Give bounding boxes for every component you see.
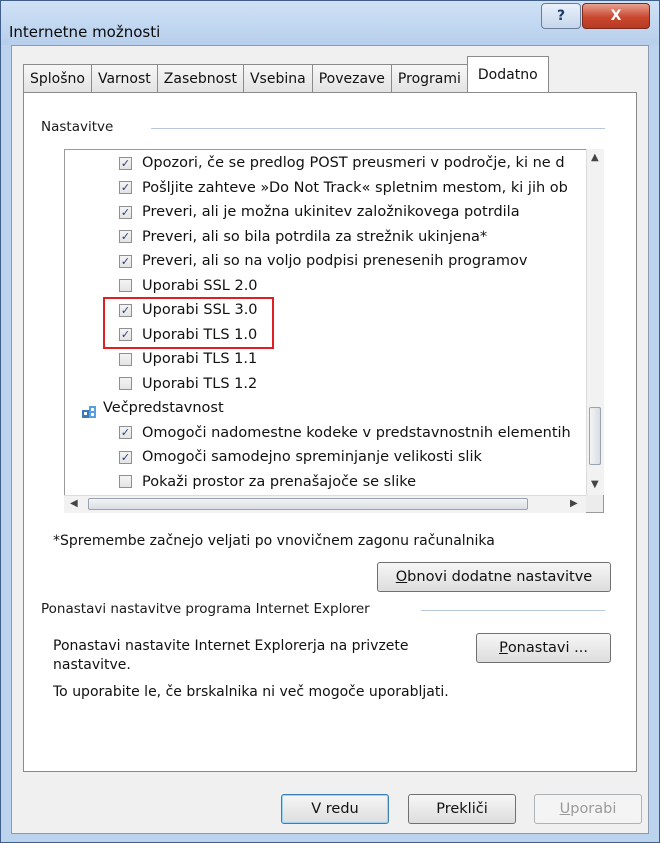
scroll-right-icon[interactable]: ▶ <box>570 498 578 509</box>
checkbox-checked[interactable]: ✓ <box>119 254 132 268</box>
button-label: V redu <box>311 801 359 817</box>
restore-advanced-settings-button[interactable]: Obnovi dodatne nastavitve <box>377 562 611 592</box>
tab-zasebnost[interactable]: Zasebnost <box>156 64 244 92</box>
settings-group-rule <box>151 128 605 129</box>
check-icon: ✓ <box>120 426 131 439</box>
vertical-scroll-thumb[interactable] <box>589 407 601 465</box>
checkbox-unchecked[interactable] <box>119 352 132 366</box>
tab-label: Splošno <box>30 70 85 87</box>
tab-dodatno[interactable]: Dodatno <box>466 56 549 92</box>
reset-hint: To uporabite le, če brskalnika ni več mo… <box>53 684 449 700</box>
button-label: bnovi dodatne nastavitve <box>407 569 593 585</box>
help-button[interactable]: ? <box>541 3 581 29</box>
tab-label: Vsebina <box>249 70 306 87</box>
title-bar: Internetne možnosti ? X <box>1 1 659 45</box>
checkbox-checked[interactable]: ✓ <box>119 156 132 170</box>
horizontal-scroll-thumb[interactable] <box>88 498 528 510</box>
settings-row-label: Pokaži prostor za prenašajoče se slike <box>142 473 417 490</box>
settings-row-label: Omogoči samodejno spreminjanje velikosti… <box>142 449 482 465</box>
checkbox-unchecked[interactable] <box>119 475 132 488</box>
settings-checkbox-row[interactable]: Pokaži prostor za prenašajoče se slike <box>119 471 416 493</box>
reset-group-rule <box>421 610 605 611</box>
checkbox-checked[interactable]: ✓ <box>119 450 132 464</box>
reset-button[interactable]: Ponastavi ... <box>476 633 611 663</box>
settings-row-label: Uporabi TLS 1.2 <box>142 375 258 392</box>
checkbox-unchecked[interactable] <box>119 279 132 292</box>
settings-row-label: Opozori, če se predlog POST preusmeri v … <box>142 155 565 171</box>
tab-label: Povezave <box>318 70 385 87</box>
settings-checkbox-row[interactable]: ✓ Preveri, ali je možna ukinitev založnik… <box>119 201 520 223</box>
help-icon: ? <box>556 8 566 24</box>
horizontal-scrollbar[interactable]: ◀ ▶ <box>64 495 586 513</box>
settings-checkbox-row[interactable]: Uporabi TLS 1.2 <box>119 373 257 395</box>
tab-label: Varnost <box>97 70 151 87</box>
settings-checkbox-row[interactable]: ✓ Opozori, če se predlog POST preusmeri v… <box>119 152 565 174</box>
checkbox-unchecked[interactable] <box>119 377 132 390</box>
tab-vsebina[interactable]: Vsebina <box>242 64 313 92</box>
button-label: onastavi ... <box>507 640 588 656</box>
settings-row-label: Uporabi SSL 2.0 <box>142 277 258 294</box>
tab-label: Zasebnost <box>163 70 237 87</box>
settings-row-label: Pošljite zahteve »Do Not Track« spletnim… <box>142 179 568 196</box>
highlight-annotation <box>103 297 274 349</box>
reset-group-label: Ponastavi nastavitve programa Internet E… <box>41 601 376 617</box>
checkbox-checked[interactable]: ✓ <box>119 426 132 439</box>
close-icon: X <box>610 8 622 24</box>
check-icon: ✓ <box>120 181 131 194</box>
settings-checkbox-row[interactable]: ✓ Preveri, ali so na voljo podpisi prenes… <box>119 250 527 272</box>
tab-strip: Splošno Varnost Zasebnost Vsebina Poveza… <box>23 56 549 92</box>
cancel-button[interactable]: Prekliči <box>408 794 516 824</box>
tab-povezave[interactable]: Povezave <box>311 64 392 92</box>
checkbox-checked[interactable]: ✓ <box>119 181 132 194</box>
ok-button[interactable]: V redu <box>281 794 389 824</box>
button-label: porabi <box>570 801 617 817</box>
settings-checkbox-row[interactable]: ✓ Preveri, ali so bila potrdila za strežn… <box>119 226 487 248</box>
settings-row-label: Uporabi TLS 1.1 <box>142 351 258 367</box>
scroll-up-icon[interactable]: ▲ <box>591 152 599 163</box>
tab-programi[interactable]: Programi <box>390 64 468 92</box>
scroll-down-icon[interactable]: ▼ <box>591 479 599 490</box>
checkbox-checked[interactable]: ✓ <box>119 205 132 219</box>
window-title: Internetne možnosti <box>9 23 161 41</box>
settings-checkbox-row[interactable]: ✓ Omogoči nadomestne kodeke v predstavnos… <box>119 422 571 444</box>
multimedia-category-icon <box>82 406 96 418</box>
internet-options-window: Internetne možnosti ? X Splošno Varnost … <box>0 0 660 843</box>
apply-button[interactable]: Uporabi <box>534 794 642 824</box>
check-icon: ✓ <box>120 156 131 170</box>
settings-checkbox-row[interactable]: Uporabi TLS 1.1 <box>119 348 257 370</box>
check-icon: ✓ <box>120 254 131 268</box>
scroll-left-icon[interactable]: ◀ <box>70 498 78 509</box>
button-label: Prekliči <box>436 801 488 817</box>
settings-row-label: Omogoči nadomestne kodeke v predstavnost… <box>142 424 571 441</box>
settings-checkbox-row[interactable]: ✓ Omogoči samodejno spreminjanje velikost… <box>119 446 482 468</box>
checkbox-checked[interactable]: ✓ <box>119 230 132 243</box>
close-button[interactable]: X <box>582 3 650 29</box>
check-icon: ✓ <box>120 205 131 219</box>
settings-checkbox-row[interactable]: Uporabi SSL 2.0 <box>119 275 258 297</box>
reset-description: Ponastavi nastavite Internet Explorerja … <box>53 638 409 673</box>
access-key: P <box>499 640 508 656</box>
settings-row-label: Preveri, ali je možna ukinitev založniko… <box>142 204 520 220</box>
access-key: O <box>395 569 408 585</box>
check-icon: ✓ <box>120 450 131 464</box>
tab-label: Dodatno <box>477 66 538 83</box>
settings-checkbox-row[interactable]: ✓ Pošljite zahteve »Do Not Track« spletni… <box>119 177 568 199</box>
restart-note: *Spremembe začnejo veljati po vnovičnem … <box>53 533 495 549</box>
check-icon: ✓ <box>120 230 131 243</box>
scrollbar-corner <box>586 495 603 512</box>
vertical-scrollbar[interactable]: ▲ ▼ <box>586 149 604 495</box>
access-key: U <box>559 801 571 817</box>
tab-splosno[interactable]: Splošno <box>23 64 92 92</box>
settings-category: Večpredstavnost <box>103 397 224 419</box>
tab-label: Programi <box>397 70 461 87</box>
settings-group-label: Nastavitve <box>41 119 120 135</box>
settings-row-label: Preveri, ali so bila potrdila za strežni… <box>142 228 488 245</box>
settings-row-label: Večpredstavnost <box>103 400 224 416</box>
settings-row-label: Preveri, ali so na voljo podpisi prenese… <box>142 253 528 269</box>
tab-varnost[interactable]: Varnost <box>90 64 158 92</box>
